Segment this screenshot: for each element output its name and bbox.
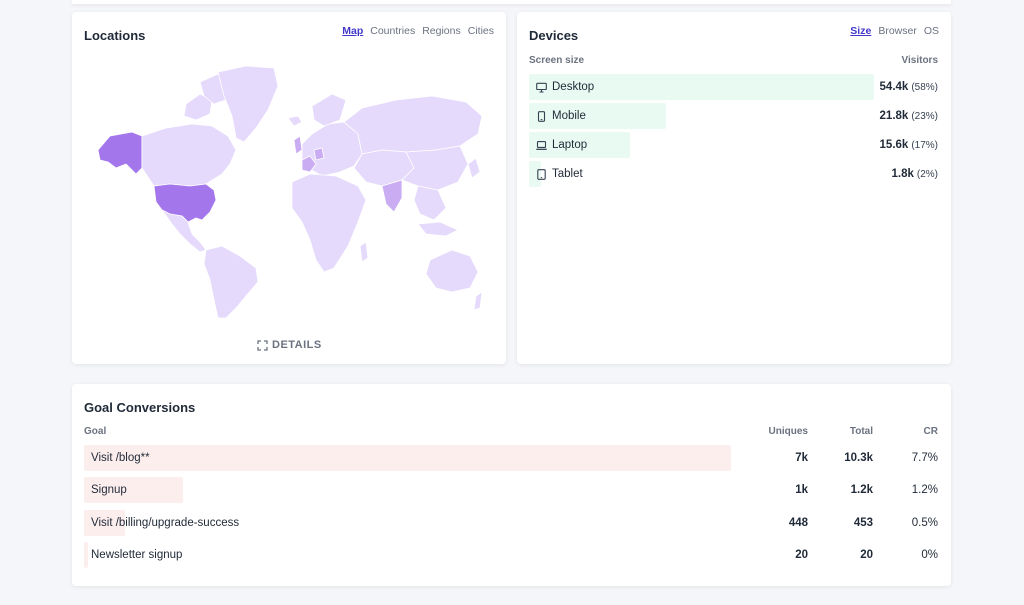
country-se-asia[interactable] — [413, 185, 447, 221]
goal-uniques: 1k — [795, 484, 808, 497]
device-visitors-pct: (23%) — [911, 111, 938, 122]
country-australia[interactable] — [425, 249, 479, 293]
locations-tabs: Map Countries Regions Cities — [342, 25, 494, 37]
country-germany[interactable] — [313, 147, 325, 161]
country-russia[interactable] — [343, 95, 483, 155]
device-label: Laptop — [536, 132, 587, 158]
device-name: Desktop — [552, 81, 595, 93]
goal-uniques: 7k — [795, 452, 808, 464]
device-name: Mobile — [552, 110, 586, 122]
goal-cr: 0% — [921, 548, 938, 561]
tablet-icon — [536, 168, 547, 180]
details-label: DETAILS — [272, 339, 322, 351]
devices-col-value: Visitors — [901, 55, 939, 66]
device-name: Laptop — [552, 139, 588, 151]
tab-countries[interactable]: Countries — [370, 25, 415, 37]
country-uk[interactable] — [293, 135, 303, 155]
device-visitors-pct: (2%) — [916, 169, 938, 180]
goal-row[interactable]: Newsletter signup 20 20 0% — [84, 541, 939, 568]
world-map-svg — [97, 65, 483, 319]
country-alaska[interactable] — [97, 131, 143, 175]
goal-total: 10.3k — [844, 452, 873, 464]
device-visitors-pct: (17%) — [911, 140, 938, 151]
goal-row[interactable]: Visit /blog** 7k 10.3k 7.7% — [84, 445, 939, 471]
device-label: Mobile — [536, 103, 586, 129]
previous-card-edge — [72, 0, 951, 4]
country-south-america[interactable] — [203, 245, 259, 319]
devices-card: Devices Size Browser OS Screen size Visi… — [517, 12, 951, 364]
country-iceland[interactable] — [287, 115, 303, 127]
device-visitors: 1.8k (2%) — [891, 161, 938, 188]
device-visitors-value: 21.8k — [879, 110, 909, 122]
goal-bar — [84, 445, 731, 471]
details-button[interactable]: DETAILS — [257, 339, 322, 351]
device-label: Desktop — [536, 74, 594, 100]
world-map — [96, 64, 483, 320]
tab-map[interactable]: Map — [342, 25, 363, 37]
device-name: Tablet — [552, 168, 583, 180]
goals-title: Goal Conversions — [84, 400, 196, 415]
goal-cr: 7.7% — [911, 452, 938, 464]
device-visitors: 15.6k (17%) — [880, 132, 938, 159]
devices-title: Devices — [529, 28, 579, 43]
device-visitors-value: 54.4k — [879, 81, 909, 93]
goal-name: Visit /blog** — [91, 452, 150, 464]
country-indonesia[interactable] — [417, 221, 459, 237]
country-scandinavia[interactable] — [311, 93, 347, 127]
tab-os[interactable]: OS — [924, 25, 939, 37]
country-japan[interactable] — [467, 157, 481, 179]
goal-total: 20 — [860, 548, 873, 561]
devices-tabs: Size Browser OS — [850, 25, 939, 37]
goal-row[interactable]: Signup 1k 1.2k 1.2% — [84, 477, 939, 504]
device-row[interactable]: Desktop 54.4k (58%) — [529, 74, 939, 100]
device-visitors-pct: (58%) — [911, 82, 938, 93]
locations-title: Locations — [84, 28, 146, 43]
tab-regions[interactable]: Regions — [422, 25, 461, 37]
device-row[interactable]: Laptop 15.6k (17%) — [529, 132, 939, 158]
country-usa[interactable] — [153, 183, 217, 223]
country-africa[interactable] — [291, 173, 367, 273]
mobile-icon — [536, 110, 547, 122]
goal-name: Visit /billing/upgrade-success — [91, 516, 240, 529]
device-visitors-value: 1.8k — [891, 168, 914, 180]
device-visitors-value: 15.6k — [879, 139, 909, 151]
goal-name: Newsletter signup — [91, 548, 183, 561]
locations-card: Locations Map Countries Regions Cities D… — [72, 12, 506, 364]
country-new-zealand[interactable] — [473, 291, 483, 311]
goal-cr: 0.5% — [911, 516, 938, 529]
devices-col-label: Screen size — [529, 55, 585, 66]
goal-conversions-card: Goal Conversions Goal Uniques Total CR V… — [72, 384, 951, 586]
device-row[interactable]: Tablet 1.8k (2%) — [529, 161, 939, 187]
goal-name: Signup — [91, 484, 127, 497]
expand-icon — [257, 339, 268, 351]
goal-total: 453 — [853, 516, 873, 529]
goal-uniques: 20 — [795, 548, 808, 561]
goal-row[interactable]: Visit /billing/upgrade-success 448 453 0.5% — [84, 509, 939, 536]
goals-col-total: Total — [849, 426, 873, 437]
device-visitors: 21.8k (23%) — [880, 103, 938, 130]
tab-cities[interactable]: Cities — [468, 25, 494, 37]
country-india[interactable] — [381, 179, 403, 213]
country-canada[interactable] — [141, 123, 237, 187]
goal-total: 1.2k — [850, 484, 873, 497]
country-madagascar[interactable] — [359, 241, 369, 263]
device-row[interactable]: Mobile 21.8k (23%) — [529, 103, 939, 129]
tab-browser[interactable]: Browser — [878, 25, 917, 37]
country-greenland[interactable] — [217, 65, 279, 143]
goals-col-cr: CR — [923, 426, 938, 437]
device-label: Tablet — [536, 161, 583, 187]
goals-col-uniques: Uniques — [768, 426, 808, 437]
goal-uniques: 448 — [788, 516, 808, 529]
goals-col-goal: Goal — [84, 426, 107, 437]
goal-bar — [84, 541, 89, 568]
desktop-icon — [536, 82, 547, 93]
laptop-icon — [536, 140, 547, 151]
device-visitors: 54.4k (58%) — [880, 74, 938, 101]
tab-size[interactable]: Size — [850, 25, 871, 37]
goal-cr: 1.2% — [911, 484, 938, 497]
